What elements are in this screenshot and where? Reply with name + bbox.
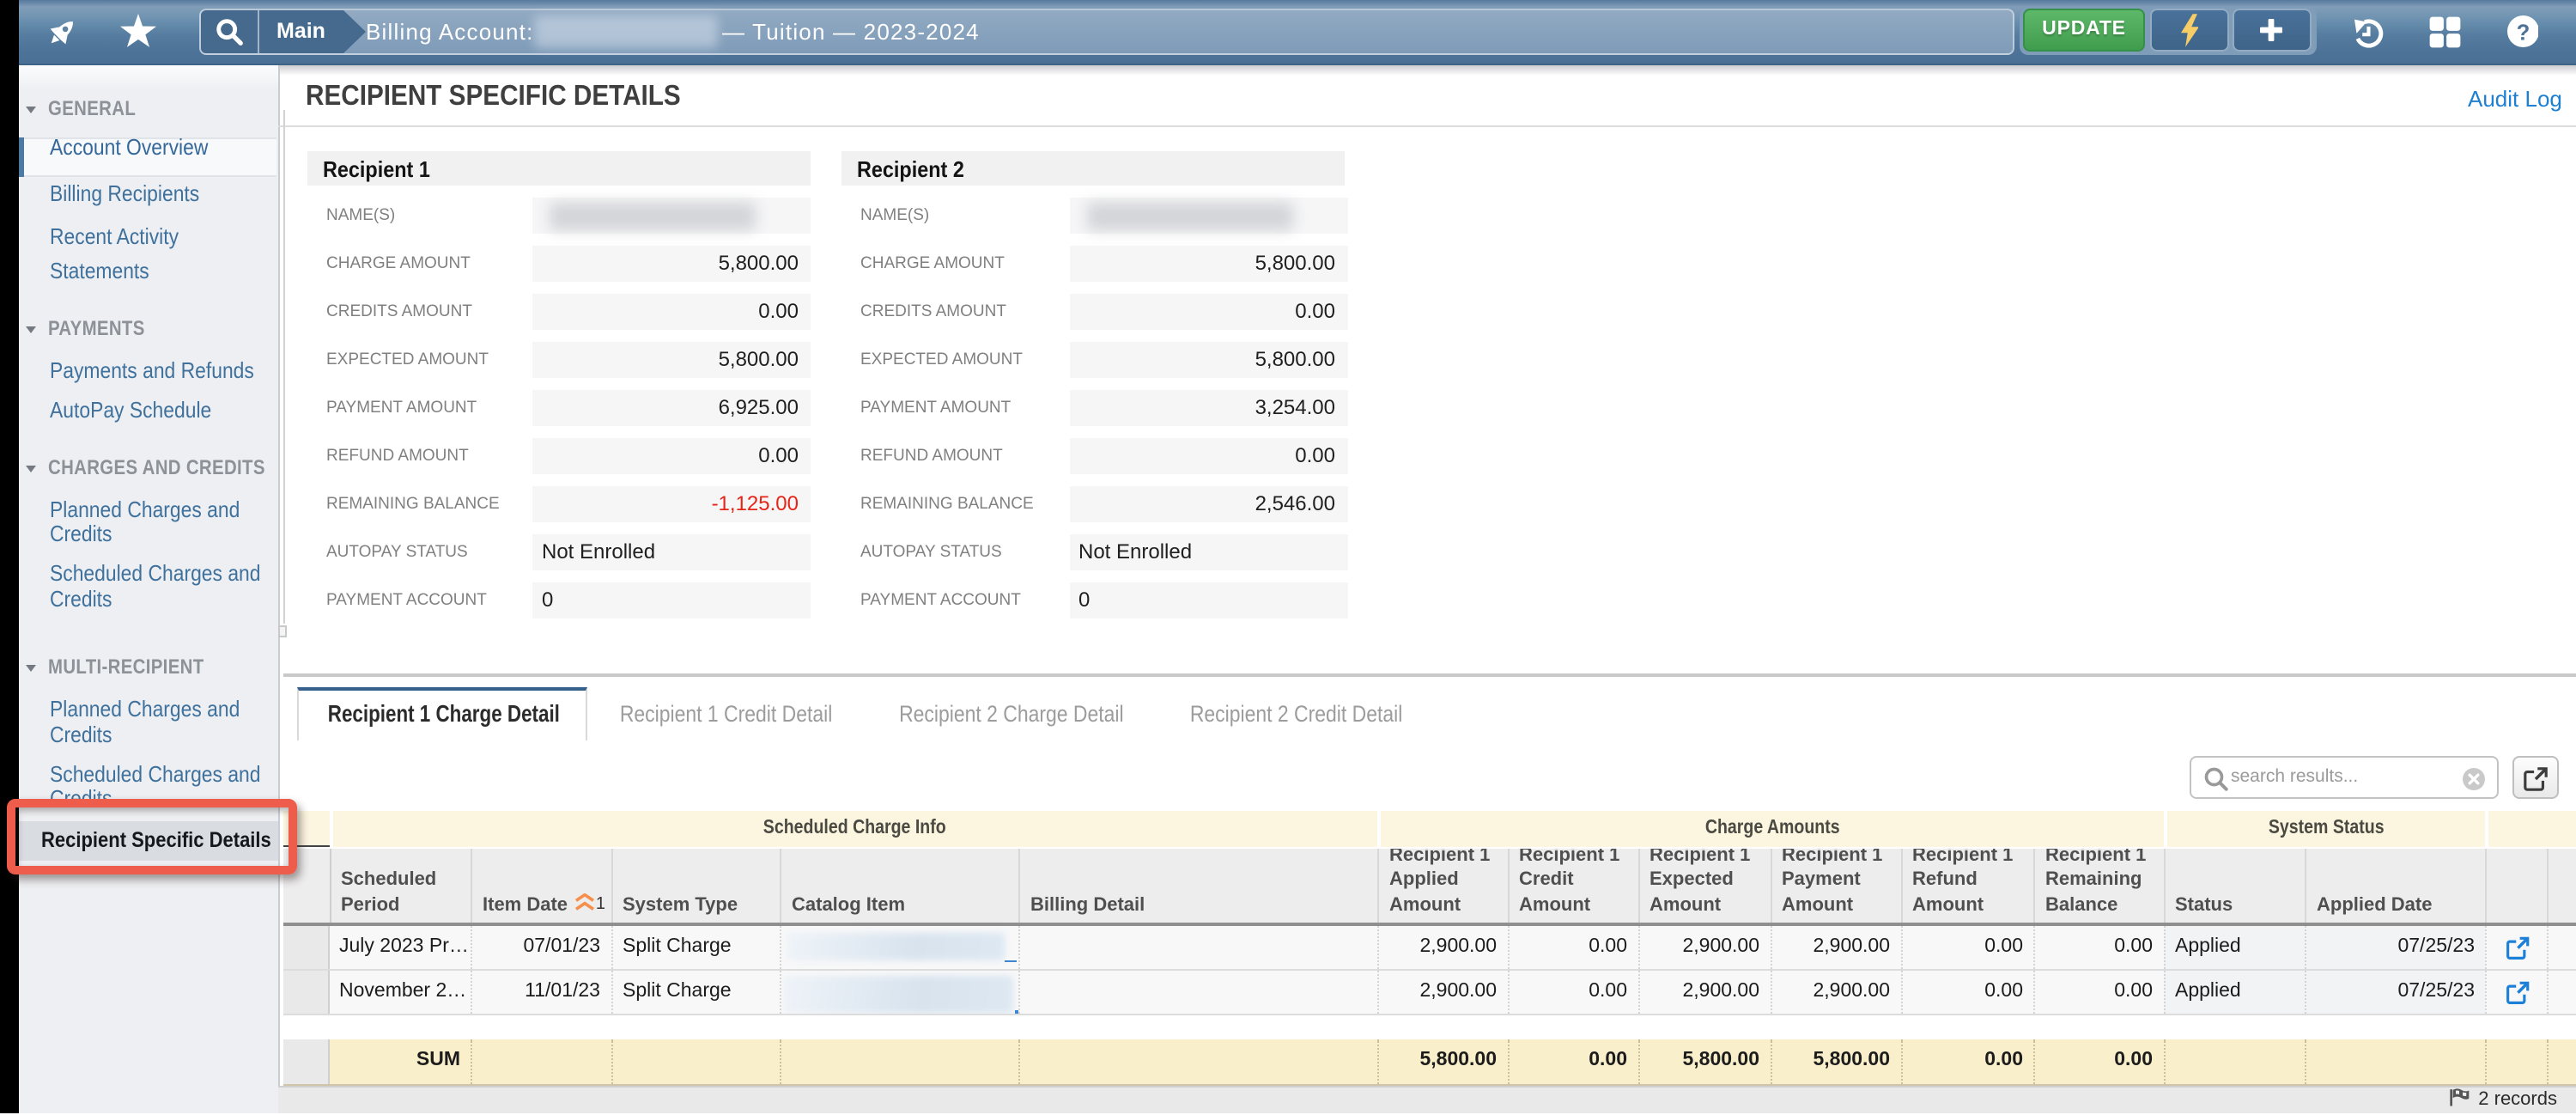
svg-text:?: ?: [2516, 21, 2530, 45]
